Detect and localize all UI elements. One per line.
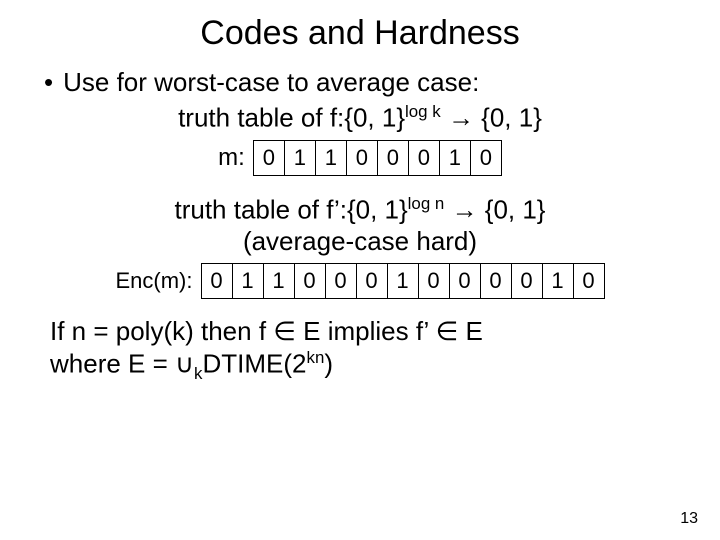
concl-1end: E: [458, 316, 483, 346]
enc-bit-cell: 0: [481, 264, 512, 298]
enc-bit-cell: 0: [295, 264, 326, 298]
union-icon: ∪: [175, 349, 194, 379]
m-bit-cell: 0: [471, 141, 501, 175]
element-of-icon: ∈: [436, 316, 459, 346]
enc-bit-cell: 1: [543, 264, 574, 298]
enc-bit-cell: 0: [512, 264, 543, 298]
element-of-icon: ∈: [273, 316, 296, 346]
concl-2end: ): [324, 349, 333, 379]
m-label: m:: [218, 144, 245, 172]
m-row: m: 0 1 1 0 0 0 1 0: [40, 140, 680, 176]
concl-exp-kn: kn: [307, 348, 325, 367]
bullet-text: Use for worst-case to average case:: [63, 67, 479, 98]
enc-bit-cell: 0: [450, 264, 481, 298]
conclusion-line-1: If n = poly(k) then f ∈ E implies f’ ∈ E: [50, 315, 680, 348]
enc-bit-cell: 0: [202, 264, 233, 298]
m-bit-cell: 1: [316, 141, 347, 175]
concl-sub-k: k: [194, 364, 202, 383]
truth-table-fprime-line: truth table of f’:{0, 1}log n → {0, 1}: [40, 194, 680, 226]
enc-label: Enc(m):: [116, 268, 193, 294]
concl-1a: If n = poly(k) then f: [50, 316, 273, 346]
m-bit-cell: 0: [409, 141, 440, 175]
bullet-worst-case: • Use for worst-case to average case:: [40, 67, 680, 98]
truth-table-f-line: truth table of f:{0, 1}log k → {0, 1}: [40, 102, 680, 134]
enc-bit-cell: 0: [419, 264, 450, 298]
truth-fp-prefix: truth table of f’:{0, 1}: [174, 195, 407, 225]
truth-f-suffix: → {0, 1}: [441, 103, 542, 133]
slide-title: Codes and Hardness: [40, 14, 680, 53]
enc-row: Enc(m): 0 1 1 0 0 0 1 0 0 0 0 1 0: [40, 263, 680, 299]
m-bit-cell: 0: [254, 141, 285, 175]
slide: Codes and Hardness • Use for worst-case …: [0, 0, 720, 540]
page-number: 13: [680, 510, 698, 528]
enc-bit-table: 0 1 1 0 0 0 1 0 0 0 0 1 0: [201, 263, 605, 299]
bullet-dot-icon: •: [44, 67, 53, 98]
truth-fp-suffix: → {0, 1}: [444, 195, 545, 225]
avg-case-remark: (average-case hard): [40, 226, 680, 257]
enc-bit-cell: 1: [264, 264, 295, 298]
m-bit-cell: 0: [347, 141, 378, 175]
enc-bit-cell: 0: [326, 264, 357, 298]
enc-bit-cell: 1: [233, 264, 264, 298]
truth-f-exp: log k: [405, 102, 441, 121]
truth-fp-exp: log n: [408, 194, 445, 213]
enc-bit-cell: 0: [574, 264, 604, 298]
enc-bit-cell: 0: [357, 264, 388, 298]
truth-f-prefix: truth table of f:{0, 1}: [178, 103, 405, 133]
concl-1mid: E implies f’: [296, 316, 436, 346]
conclusion-line-2: where E = ∪kDTIME(2kn): [50, 347, 680, 384]
conclusion-block: If n = poly(k) then f ∈ E implies f’ ∈ E…: [50, 315, 680, 384]
m-bit-cell: 1: [440, 141, 471, 175]
m-bit-cell: 0: [378, 141, 409, 175]
m-bit-cell: 1: [285, 141, 316, 175]
concl-2mid: DTIME(2: [203, 349, 307, 379]
m-bit-table: 0 1 1 0 0 0 1 0: [253, 140, 502, 176]
enc-bit-cell: 1: [388, 264, 419, 298]
concl-2a: where E =: [50, 349, 175, 379]
